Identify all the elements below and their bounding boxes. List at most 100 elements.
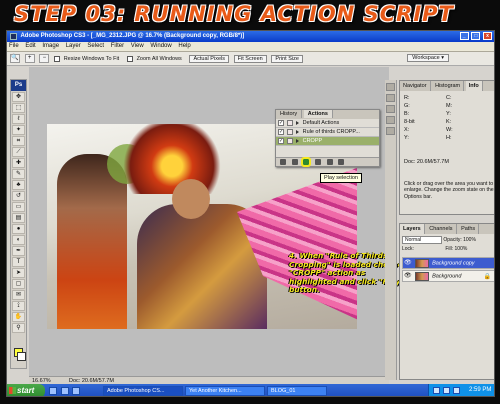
tab-history[interactable]: History: [276, 110, 303, 118]
brushes-panel-icon[interactable]: [386, 105, 395, 113]
menu-edit[interactable]: Edit: [25, 43, 35, 49]
menu-help[interactable]: Help: [178, 43, 190, 49]
tab-info[interactable]: Info: [465, 81, 483, 91]
expand-triangle-icon[interactable]: [296, 130, 300, 134]
action-toggle-checkbox[interactable]: ✓: [278, 129, 284, 135]
task-photoshop[interactable]: Adobe Photoshop CS...: [103, 386, 183, 396]
action-toggle-checkbox[interactable]: ✓: [278, 138, 284, 144]
healing-tool-icon[interactable]: ✚: [12, 158, 25, 168]
lasso-tool-icon[interactable]: ℓ: [12, 114, 25, 124]
move-tool-icon[interactable]: ✥: [12, 92, 25, 102]
type-tool-icon[interactable]: T: [12, 257, 25, 267]
task-browser[interactable]: Yet Another Kitchen...: [185, 386, 265, 396]
tab-actions[interactable]: Actions: [303, 110, 333, 118]
dialog-toggle[interactable]: [286, 138, 293, 144]
minimize-button[interactable]: _: [459, 32, 469, 40]
info-label: Y:: [404, 135, 409, 141]
zoom-tool-box-icon[interactable]: ⚲: [12, 323, 25, 333]
tab-layers[interactable]: Layers: [400, 224, 425, 234]
task-folder[interactable]: BLOG_01: [267, 386, 327, 396]
brush-tool-icon[interactable]: ✎: [12, 169, 25, 179]
gradient-tool-icon[interactable]: ▤: [12, 213, 25, 223]
clone-stamp-tool-icon[interactable]: ♣: [12, 180, 25, 190]
history-brush-tool-icon[interactable]: ↺: [12, 191, 25, 201]
path-selection-tool-icon[interactable]: ➤: [12, 268, 25, 278]
visibility-eye-icon[interactable]: 👁: [404, 273, 412, 280]
stop-icon[interactable]: [280, 159, 286, 165]
menu-select[interactable]: Select: [87, 43, 104, 49]
opacity-value[interactable]: 100%: [463, 237, 476, 243]
hand-tool-icon[interactable]: ✋: [12, 312, 25, 322]
action-set-rule-of-thirds[interactable]: ✓ Rule of thirds CROPP...: [276, 128, 379, 137]
delete-action-icon[interactable]: [338, 159, 345, 165]
dodge-tool-icon[interactable]: ◐: [12, 235, 25, 245]
action-name: Default Actions: [302, 120, 340, 126]
quick-launch-desktop-icon[interactable]: [49, 387, 57, 395]
eraser-tool-icon[interactable]: ▭: [12, 202, 25, 212]
tab-channels[interactable]: Channels: [426, 224, 457, 234]
slice-tool-icon[interactable]: ⟋: [12, 147, 25, 157]
actions-panel-icon[interactable]: [386, 94, 395, 102]
menu-layer[interactable]: Layer: [66, 43, 81, 49]
volume-icon[interactable]: [443, 387, 450, 394]
zoom-tool-icon[interactable]: 🔍: [10, 54, 20, 63]
windows-flag-icon: [9, 387, 16, 394]
expand-triangle-icon[interactable]: [296, 139, 300, 143]
print-size-button[interactable]: Print Size: [271, 54, 303, 63]
shape-tool-icon[interactable]: ▢: [12, 279, 25, 289]
dialog-toggle[interactable]: [286, 120, 293, 126]
visibility-eye-icon[interactable]: 👁: [404, 260, 412, 267]
resize-windows-checkbox[interactable]: [54, 55, 61, 62]
maximize-button[interactable]: □: [471, 32, 481, 40]
new-action-icon[interactable]: [326, 159, 333, 165]
actual-pixels-button[interactable]: Actual Pixels: [189, 54, 229, 63]
marquee-tool-icon[interactable]: ⬚: [12, 103, 25, 113]
menu-image[interactable]: Image: [42, 43, 59, 49]
history-panel-icon[interactable]: [386, 83, 395, 91]
crop-tool-icon[interactable]: ⌗: [12, 136, 25, 146]
tab-histogram[interactable]: Histogram: [432, 81, 465, 91]
magic-wand-tool-icon[interactable]: ✦: [12, 125, 25, 135]
layer-background-copy[interactable]: 👁 Background copy: [402, 257, 494, 269]
background-color-swatch[interactable]: [17, 352, 26, 361]
tab-paths[interactable]: Paths: [458, 224, 480, 234]
notes-tool-icon[interactable]: ✉: [12, 290, 25, 300]
start-button[interactable]: start: [7, 384, 45, 396]
dialog-toggle[interactable]: [286, 129, 293, 135]
layer-background[interactable]: 👁 Background 🔒: [402, 270, 494, 282]
blur-tool-icon[interactable]: ●: [12, 224, 25, 234]
zoom-out-icon[interactable]: −: [39, 54, 50, 63]
quick-launch-media-icon[interactable]: [72, 387, 81, 395]
fill-value[interactable]: 100%: [455, 246, 468, 252]
menu-window[interactable]: Window: [150, 43, 171, 49]
zoom-in-icon[interactable]: +: [24, 54, 35, 63]
workspace-dropdown[interactable]: Workspace ▾: [407, 54, 449, 62]
network-icon[interactable]: [433, 387, 440, 394]
actions-panel-tabs: History Actions: [276, 110, 379, 119]
action-toggle-checkbox[interactable]: ✓: [278, 120, 284, 126]
play-selection-button[interactable]: [301, 157, 312, 167]
fit-screen-button[interactable]: Fit Screen: [233, 54, 267, 63]
info-label: K:: [446, 119, 452, 125]
blend-mode-select[interactable]: Normal: [402, 236, 442, 244]
menu-filter[interactable]: Filter: [111, 43, 124, 49]
expand-triangle-icon[interactable]: [296, 121, 300, 125]
new-set-icon[interactable]: [315, 159, 322, 165]
action-cropp[interactable]: ✓ CROPP: [276, 137, 379, 146]
info-label: G:: [404, 103, 410, 109]
close-button[interactable]: x: [483, 32, 492, 40]
record-icon[interactable]: [291, 159, 298, 165]
layer-comps-panel-icon[interactable]: [386, 127, 395, 135]
pen-tool-icon[interactable]: ✒: [12, 246, 25, 256]
tool-presets-panel-icon[interactable]: [386, 116, 395, 124]
tab-navigator[interactable]: Navigator: [400, 81, 431, 91]
quick-launch-browser-icon[interactable]: [60, 387, 69, 395]
window-titlebar[interactable]: Adobe Photoshop CS3 - [_MG_2312.JPG @ 16…: [7, 31, 494, 42]
zoom-all-checkbox[interactable]: [126, 55, 133, 62]
action-set-default[interactable]: ✓ Default Actions: [276, 119, 379, 128]
security-icon[interactable]: [453, 387, 460, 394]
menu-file[interactable]: File: [9, 43, 19, 49]
eyedropper-tool-icon[interactable]: ⟟: [12, 301, 25, 311]
menu-view[interactable]: View: [131, 43, 144, 49]
layer-thumbnail: [414, 259, 429, 268]
